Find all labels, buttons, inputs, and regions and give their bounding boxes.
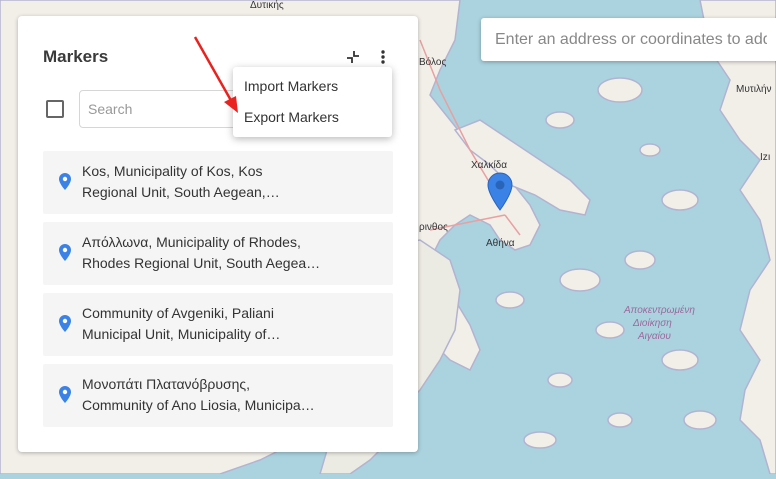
location-pin-icon <box>59 386 71 403</box>
map-label: Αποκεντρωμένη <box>624 305 695 316</box>
collapse-button[interactable] <box>342 46 364 68</box>
map-label: Δυτικής <box>250 0 284 11</box>
marker-list-item[interactable]: Community of Avgeniki, Paliani Municipal… <box>43 293 393 356</box>
marker-address-line: Απόλλωνα, Municipality of Rhodes, <box>82 234 301 250</box>
marker-address-line: Rhodes Regional Unit, South Aegea… <box>82 255 321 271</box>
marker-address-line: Kos, Municipality of Kos, Kos <box>82 163 263 179</box>
import-markers-menu-item[interactable]: Import Markers <box>244 78 338 94</box>
map-marker-icon[interactable] <box>487 172 513 212</box>
marker-address-line: Μονοπάτι Πλατανόβρυσης, <box>82 376 251 392</box>
address-search-input[interactable] <box>481 18 776 61</box>
panel-title: Markers <box>43 47 109 66</box>
more-options-button[interactable] <box>372 46 394 68</box>
marker-list-item[interactable]: Μονοπάτι Πλατανόβρυσης, Community of Ano… <box>43 364 393 427</box>
map-label: Αθήνα <box>486 238 515 249</box>
map-label: Izı <box>760 152 771 163</box>
map-label: Χαλκίδα <box>471 160 508 171</box>
location-pin-icon <box>59 173 71 190</box>
map-label: Διοίκηση <box>633 318 672 329</box>
select-all-checkbox[interactable] <box>46 100 64 118</box>
location-pin-icon <box>59 315 71 332</box>
export-markers-menu-item[interactable]: Export Markers <box>244 109 339 125</box>
marker-address-line: Community of Ano Liosia, Municipa… <box>82 397 315 413</box>
more-vertical-icon <box>381 50 385 64</box>
marker-list: Kos, Municipality of Kos, Kos Regional U… <box>43 151 393 435</box>
marker-address-line: Municipal Unit, Municipality of… <box>82 326 281 342</box>
map-label: ρινθος <box>419 222 448 233</box>
location-pin-icon <box>59 244 71 261</box>
collapse-icon <box>347 51 359 63</box>
marker-address-line: Regional Unit, South Aegean,… <box>82 184 280 200</box>
map-label: Αιγαίου <box>638 331 671 342</box>
marker-list-item[interactable]: Απόλλωνα, Municipality of Rhodes, Rhodes… <box>43 222 393 285</box>
marker-list-item[interactable]: Kos, Municipality of Kos, Kos Regional U… <box>43 151 393 214</box>
map-label: Μυτιλήν <box>736 84 772 95</box>
map-label: Βόλος <box>419 57 447 68</box>
options-menu: Import Markers Export Markers <box>233 67 392 137</box>
marker-address-line: Community of Avgeniki, Paliani <box>82 305 274 321</box>
